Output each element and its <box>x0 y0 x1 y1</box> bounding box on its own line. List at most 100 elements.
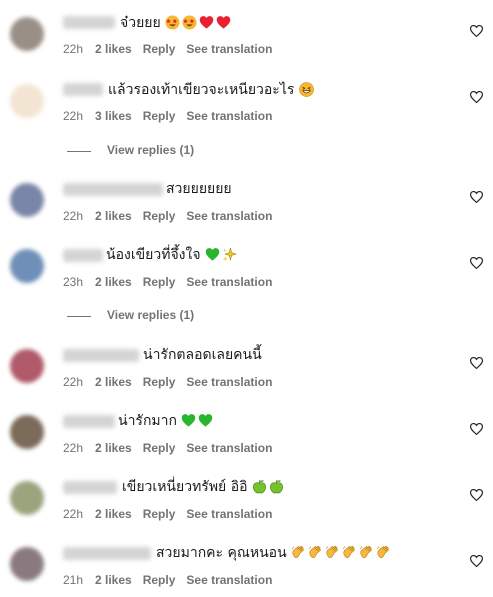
comment-meta: 23h 2 likes Reply See translation <box>63 274 272 290</box>
comment-text: จ๋วยยย <box>120 14 233 32</box>
view-replies-button[interactable]: View replies (1) <box>67 308 267 324</box>
comment-meta: 22h 2 likes Reply See translation <box>63 208 272 224</box>
avatar[interactable] <box>10 415 44 449</box>
timestamp: 23h <box>63 275 84 289</box>
clapping-hands-emoji-icon <box>342 545 355 559</box>
like-heart-icon[interactable] <box>470 489 483 501</box>
comment-text: น้องเขียวที่จึ้งใจ <box>106 246 239 264</box>
like-heart-icon[interactable] <box>470 25 483 37</box>
timestamp: 22h <box>63 42 84 56</box>
username-blurred[interactable] <box>63 16 115 29</box>
avatar[interactable] <box>10 349 44 383</box>
reply-button[interactable]: Reply <box>143 572 176 588</box>
clapping-hands-emoji-icon <box>308 545 321 559</box>
see-translation-button[interactable]: See translation <box>186 41 272 57</box>
reply-button[interactable]: Reply <box>143 108 176 124</box>
green-heart-emoji-icon <box>182 414 196 427</box>
clapping-hands-emoji-icon <box>325 545 338 559</box>
username-blurred[interactable] <box>63 183 163 196</box>
likes-count[interactable]: 2 likes <box>95 274 132 290</box>
clapping-hands-emoji-icon <box>291 545 304 559</box>
reply-button[interactable]: Reply <box>143 274 176 290</box>
see-translation-button[interactable]: See translation <box>186 208 272 224</box>
comment-meta: 22h 2 likes Reply See translation <box>63 440 272 456</box>
comment-meta: 22h 2 likes Reply See translation <box>63 374 272 390</box>
timestamp: 22h <box>63 375 84 389</box>
comment-meta: 21h 2 likes Reply See translation <box>63 572 272 588</box>
divider-line <box>67 151 91 152</box>
comment-item: น่ารักตลอดเลยคนนี้ 22h 2 likes Reply See… <box>0 340 493 400</box>
comment-text: สวยมากคะ คุณหนอน <box>156 544 393 562</box>
username-blurred[interactable] <box>63 83 103 96</box>
likes-count[interactable]: 2 likes <box>95 440 132 456</box>
reply-button[interactable]: Reply <box>143 440 176 456</box>
see-translation-button[interactable]: See translation <box>186 374 272 390</box>
like-heart-icon[interactable] <box>470 191 483 203</box>
comment-item: สวยมากคะ คุณหนอน 21h 2 likes Reply See t… <box>0 538 493 597</box>
see-translation-button[interactable]: See translation <box>186 506 272 522</box>
likes-count[interactable]: 2 likes <box>95 374 132 390</box>
comment-item: เขียวเหนี่ยวทรัพย์ อิอิ 22h 2 likes Repl… <box>0 472 493 532</box>
likes-count[interactable]: 2 likes <box>95 208 132 224</box>
avatar[interactable] <box>10 249 44 283</box>
clapping-hands-emoji-icon <box>376 545 389 559</box>
star-struck-emoji-icon <box>182 15 197 30</box>
star-struck-emoji-icon <box>165 15 180 30</box>
divider-line <box>67 316 91 317</box>
comment-meta: 22h 3 likes Reply See translation <box>63 108 272 124</box>
username-blurred[interactable] <box>63 481 117 494</box>
avatar[interactable] <box>10 183 44 217</box>
view-replies-button[interactable]: View replies (1) <box>67 143 267 159</box>
username-blurred[interactable] <box>63 415 115 428</box>
like-heart-icon[interactable] <box>470 91 483 103</box>
grinning-squint-emoji-icon <box>299 82 314 97</box>
green-heart-emoji-icon <box>205 248 220 261</box>
green-apple-emoji-icon <box>253 479 266 494</box>
see-translation-button[interactable]: See translation <box>186 274 272 290</box>
avatar[interactable] <box>10 481 44 515</box>
username-blurred[interactable] <box>63 349 139 362</box>
view-replies-label: View replies (1) <box>107 308 195 322</box>
likes-count[interactable]: 2 likes <box>95 572 132 588</box>
clapping-hands-emoji-icon <box>359 545 372 559</box>
timestamp: 22h <box>63 441 84 455</box>
comment-item: น้องเขียวที่จึ้งใจ 23h 2 likes Reply See… <box>0 240 493 300</box>
like-heart-icon[interactable] <box>470 257 483 269</box>
comment-text: สวยยยยยย <box>166 181 232 197</box>
sparkles-emoji-icon <box>222 247 237 262</box>
avatar[interactable] <box>10 84 44 118</box>
avatar[interactable] <box>10 17 44 51</box>
see-translation-button[interactable]: See translation <box>186 572 272 588</box>
username-blurred[interactable] <box>63 547 151 560</box>
green-apple-emoji-icon <box>270 479 283 494</box>
comment-meta: 22h 2 likes Reply See translation <box>63 506 272 522</box>
comment-text: เขียวเหนี่ยวทรัพย์ อิอิ <box>122 478 286 496</box>
timestamp: 22h <box>63 507 84 521</box>
reply-button[interactable]: Reply <box>143 41 176 57</box>
username-blurred[interactable] <box>63 249 103 262</box>
see-translation-button[interactable]: See translation <box>186 108 272 124</box>
reply-button[interactable]: Reply <box>143 374 176 390</box>
comment-meta: 22h 2 likes Reply See translation <box>63 41 272 57</box>
timestamp: 22h <box>63 209 84 223</box>
like-heart-icon[interactable] <box>470 555 483 567</box>
avatar[interactable] <box>10 547 44 581</box>
reply-button[interactable]: Reply <box>143 506 176 522</box>
red-heart-emoji-icon <box>216 16 231 29</box>
comment-item: น่ารักมาก 22h 2 likes Reply See translat… <box>0 406 493 466</box>
comment-text: น่ารักตลอดเลยคนนี้ <box>143 347 262 363</box>
like-heart-icon[interactable] <box>470 423 483 435</box>
comment-item: แล้วรองเท้าเขียวจะเหนียวอะไร 22h 3 likes… <box>0 74 493 134</box>
timestamp: 22h <box>63 109 84 123</box>
likes-count[interactable]: 3 likes <box>95 108 132 124</box>
reply-button[interactable]: Reply <box>143 208 176 224</box>
comment-item: สวยยยยยย 22h 2 likes Reply See translati… <box>0 174 493 234</box>
likes-count[interactable]: 2 likes <box>95 506 132 522</box>
view-replies-label: View replies (1) <box>107 143 195 157</box>
red-heart-emoji-icon <box>199 16 214 29</box>
comment-text: แล้วรองเท้าเขียวจะเหนียวอะไร <box>108 81 316 99</box>
like-heart-icon[interactable] <box>470 357 483 369</box>
see-translation-button[interactable]: See translation <box>186 440 272 456</box>
likes-count[interactable]: 2 likes <box>95 41 132 57</box>
comment-text: น่ารักมาก <box>118 412 215 430</box>
